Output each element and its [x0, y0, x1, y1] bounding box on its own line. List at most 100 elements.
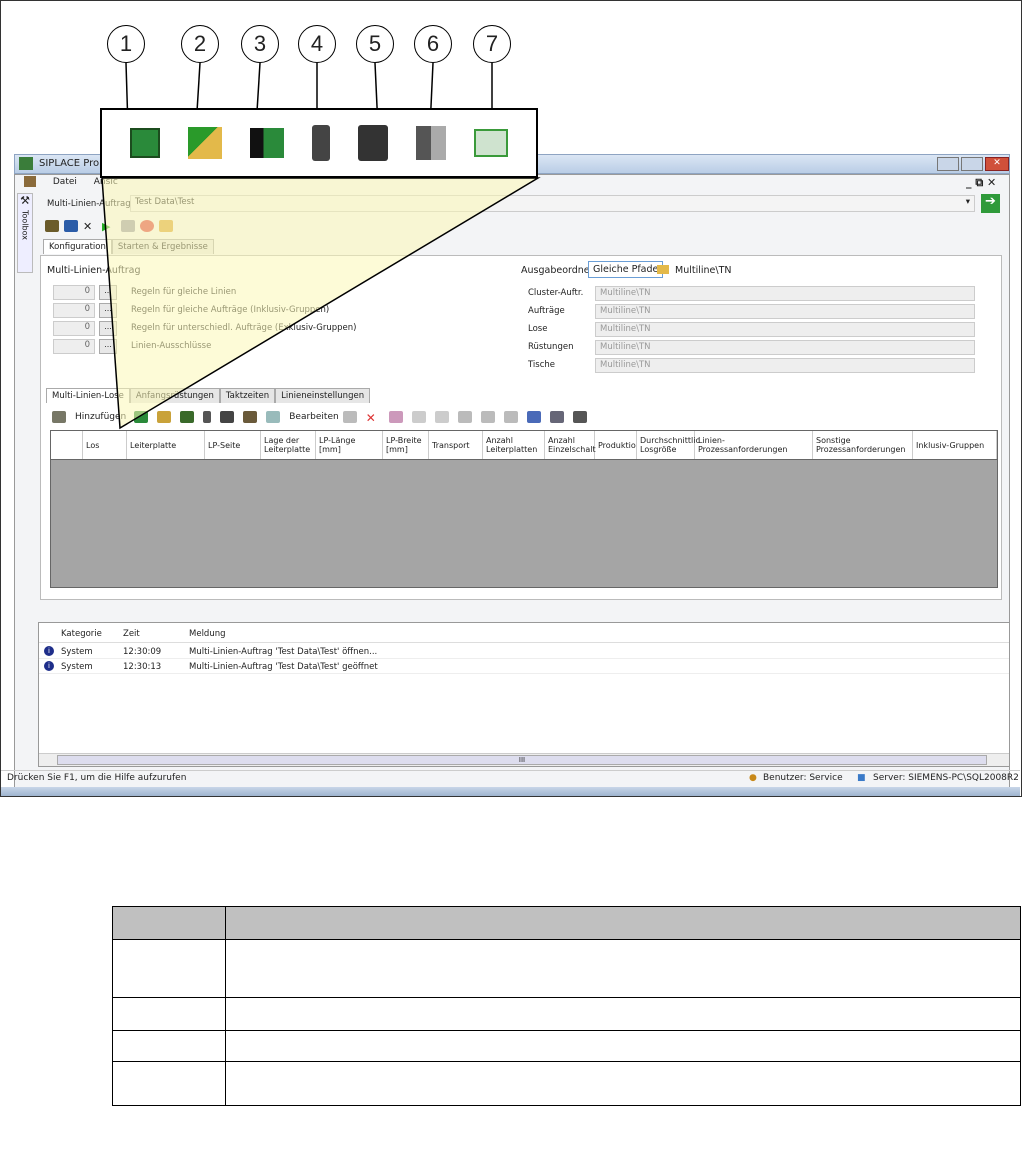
- minimize-button[interactable]: [937, 157, 959, 171]
- column-header[interactable]: Inklusiv-Gruppen: [913, 431, 997, 459]
- toolbox-panel[interactable]: ⚒ Toolbox: [17, 193, 33, 273]
- status-bar: Drücken Sie F1, um die Hilfe aufzurufen …: [1, 770, 1020, 786]
- info-icon: i: [44, 646, 54, 656]
- output-folder-label: Ausgabeordner: [521, 265, 594, 276]
- restore-button[interactable]: [961, 157, 983, 171]
- menu-ansicht[interactable]: Ansic: [94, 177, 118, 187]
- cell: [225, 997, 1021, 1031]
- path-field[interactable]: Multiline\TN: [595, 303, 975, 319]
- tree-icon[interactable]: [52, 411, 66, 423]
- traffic-light-icon[interactable]: [203, 411, 212, 423]
- rule-edit-button[interactable]: ...: [99, 284, 117, 300]
- export-icon[interactable]: [121, 220, 135, 232]
- tag-remove-icon[interactable]: [411, 411, 426, 423]
- column-header[interactable]: LP-Breite [mm]: [383, 431, 429, 459]
- toolbox-label: Toolbox: [20, 210, 30, 240]
- setup-change-icon: [188, 127, 222, 159]
- column-header[interactable]: Los: [83, 431, 127, 459]
- log-row[interactable]: i System 12:30:09 Multi-Linien-Auftrag 'Tes…: [39, 644, 1009, 659]
- path-label: Rüstungen: [528, 342, 574, 352]
- app-icon: [19, 157, 33, 170]
- tab-linieneinstellungen[interactable]: Linieneinstellungen: [275, 388, 371, 403]
- column-header[interactable]: LP-Seite: [205, 431, 261, 459]
- column-header[interactable]: Transport: [429, 431, 483, 459]
- tab-konfiguration[interactable]: Konfiguration: [43, 239, 112, 254]
- path-label: Tische: [528, 360, 556, 370]
- path-field[interactable]: Multiline\TN: [595, 321, 975, 337]
- column-header[interactable]: Lage der Leiterplatte: [261, 431, 316, 459]
- pcb-transfer-icon[interactable]: [180, 411, 195, 423]
- column-header[interactable]: Linien-Prozessanforderungen: [695, 431, 813, 459]
- status-server: Server: SIEMENS-PC\SQL2008R2: [873, 773, 1019, 783]
- horizontal-scrollbar[interactable]: III: [39, 753, 1009, 766]
- log-column-kategorie[interactable]: Kategorie: [61, 629, 102, 639]
- column-header[interactable]: LP-Länge [mm]: [316, 431, 383, 459]
- path-field[interactable]: Multiline\TN: [595, 285, 975, 301]
- split-icon[interactable]: [480, 411, 495, 423]
- log-column-zeit[interactable]: Zeit: [123, 629, 140, 639]
- add-button[interactable]: Hinzufügen: [75, 412, 126, 422]
- tab-starten-ergebnisse[interactable]: Starten & Ergebnisse: [111, 239, 214, 254]
- tab-taktzeiten[interactable]: Taktzeiten: [219, 388, 276, 403]
- log-header: Kategorie Zeit Meldung: [39, 626, 1009, 643]
- column-header[interactable]: Anzahl Leiterplatten: [483, 431, 545, 459]
- open-arrow-button[interactable]: ➔: [981, 194, 1000, 213]
- same-paths-button[interactable]: Gleiche Pfade: [588, 261, 664, 278]
- log-message: Multi-Linien-Auftrag 'Test Data\Test' öf…: [189, 647, 378, 657]
- column-header[interactable]: Sonstige Prozessanforderungen: [813, 431, 913, 459]
- table-import-icon[interactable]: [266, 411, 281, 423]
- column-header[interactable]: Anzahl Einzelschalt: [545, 431, 596, 459]
- tag-icon[interactable]: [388, 411, 403, 423]
- scrollbar-thumb[interactable]: III: [57, 755, 987, 765]
- print-icon[interactable]: [572, 411, 587, 423]
- path-field[interactable]: Multiline\TN: [595, 339, 975, 355]
- grid-body[interactable]: [50, 460, 998, 588]
- delete-icon[interactable]: ✕: [366, 411, 380, 425]
- path-label: Lose: [528, 324, 548, 334]
- tag-clear-icon[interactable]: [434, 411, 449, 423]
- play-icon[interactable]: ▶: [102, 220, 116, 233]
- sub-tabs: Multi-Linien-Lose Anfangsrüstungen Taktzei…: [46, 388, 371, 403]
- grid-icon[interactable]: [549, 411, 564, 423]
- rule-label: Linien-Ausschlüsse: [131, 341, 212, 351]
- log-column-meldung[interactable]: Meldung: [189, 629, 226, 639]
- main-tabs: Konfiguration Starten & Ergebnisse: [43, 239, 214, 254]
- rule-count: 0: [53, 338, 95, 354]
- rule-edit-button[interactable]: ...: [99, 338, 117, 354]
- column-header[interactable]: Durchschnittlic Losgröße: [637, 431, 700, 459]
- tab-multi-linien-lose[interactable]: Multi-Linien-Lose: [46, 388, 130, 403]
- measure-icon[interactable]: [159, 220, 173, 232]
- cell: [112, 997, 226, 1031]
- folder-icon[interactable]: [657, 265, 669, 274]
- path-field[interactable]: Multiline\TN: [595, 357, 975, 373]
- stop-icon[interactable]: [140, 220, 154, 232]
- user-icon: ●: [749, 773, 757, 783]
- traffic-lights-multi-icon[interactable]: [220, 411, 235, 423]
- rule-count: 0: [53, 284, 95, 300]
- list-icon[interactable]: [526, 411, 541, 423]
- setup-change-icon[interactable]: [157, 411, 172, 423]
- pcb-icon[interactable]: [134, 411, 149, 423]
- cell: [225, 1061, 1021, 1106]
- merge-icon[interactable]: [503, 411, 518, 423]
- column-header[interactable]: Produktio: [595, 431, 637, 459]
- edit-icon[interactable]: [45, 220, 59, 232]
- copy-icon[interactable]: [342, 411, 357, 423]
- delete-icon[interactable]: ✕: [83, 220, 97, 233]
- log-row[interactable]: i System 12:30:13 Multi-Linien-Auftrag 'Tes…: [39, 659, 1009, 674]
- cell: [112, 939, 226, 998]
- cell: [112, 1061, 226, 1106]
- traffic-light-microscope-icon[interactable]: [243, 411, 258, 423]
- mdi-controls[interactable]: _ ⧉ ✕: [966, 176, 996, 190]
- header-cell: [112, 906, 226, 940]
- tab-anfangsruestungen[interactable]: Anfangsrüstungen: [129, 388, 220, 403]
- save-icon[interactable]: [64, 220, 78, 232]
- column-icon[interactable]: [457, 411, 472, 423]
- edit-button[interactable]: Bearbeiten: [289, 412, 338, 422]
- job-select[interactable]: Test Data\Test ▾: [130, 195, 975, 212]
- close-button[interactable]: ✕: [985, 157, 1009, 171]
- menu-datei[interactable]: Datei: [53, 177, 77, 187]
- rule-edit-button[interactable]: ...: [99, 302, 117, 318]
- rule-edit-button[interactable]: ...: [99, 320, 117, 336]
- column-header[interactable]: Leiterplatte: [127, 431, 205, 459]
